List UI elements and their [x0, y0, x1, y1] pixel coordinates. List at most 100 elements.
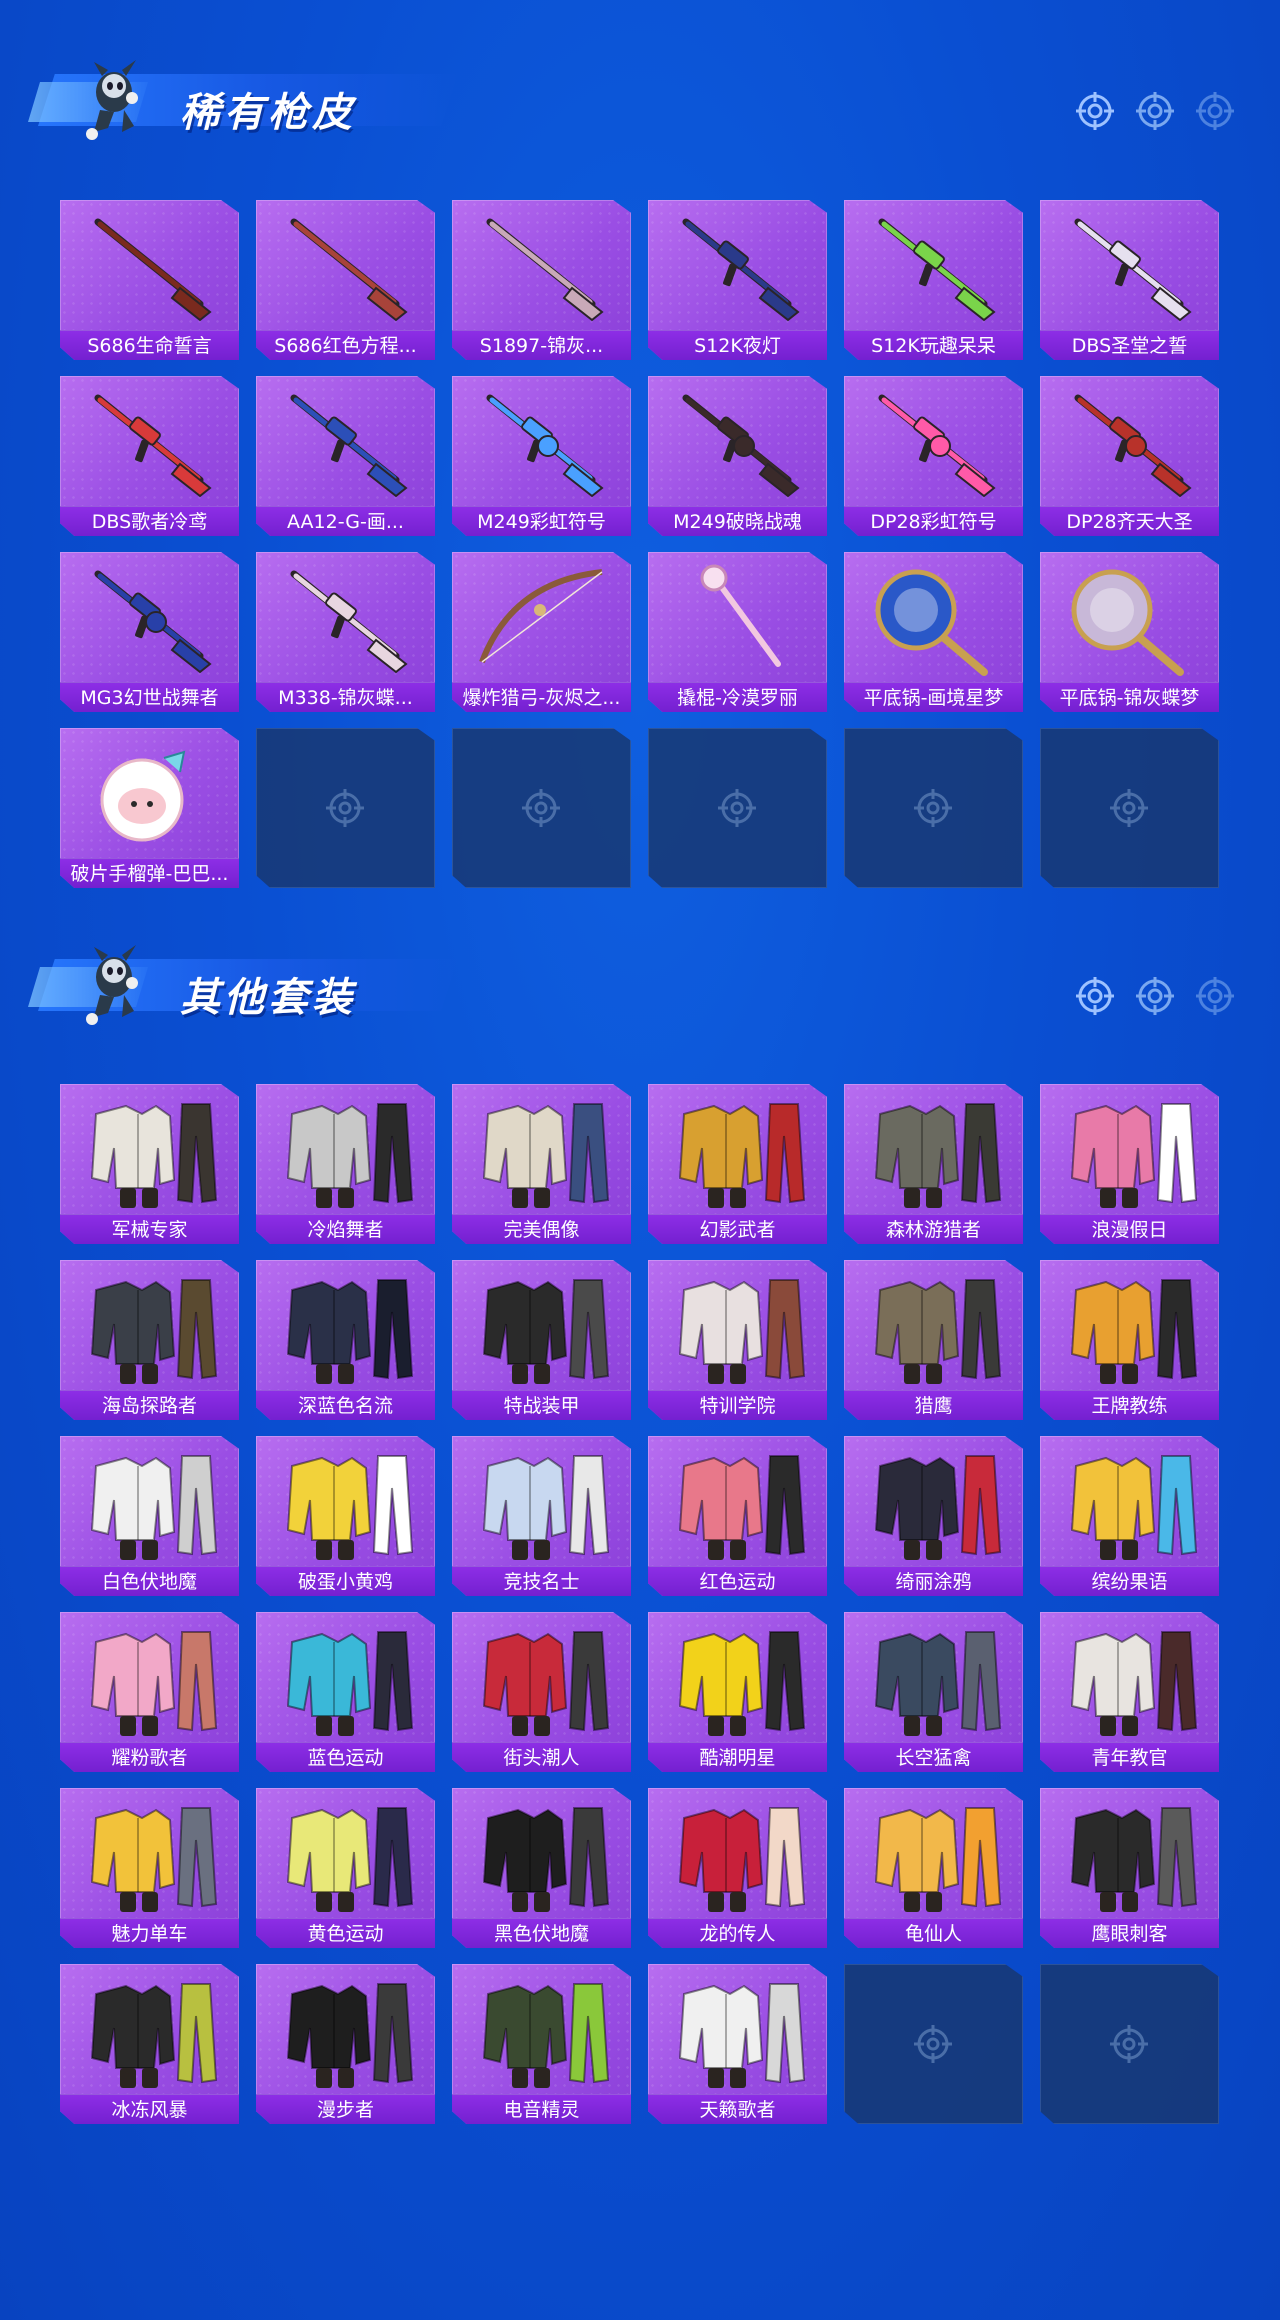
empty-slot	[256, 728, 435, 888]
crosshair-icon	[914, 789, 952, 827]
outfit-card[interactable]: 王牌教练	[1040, 1260, 1219, 1420]
gun-skin-grid: S686生命誓言 S686红色方程... S1897-锦灰... S12K夜灯 S12K…	[60, 200, 1219, 888]
outfit-card[interactable]: 幻影武者	[648, 1084, 827, 1244]
outfit-card[interactable]: 黄色运动	[256, 1788, 435, 1948]
outfit-thumbnail	[286, 1631, 414, 1736]
card-label: M249彩虹符号	[452, 506, 631, 536]
outfit-card[interactable]: 天籁歌者	[648, 1964, 827, 2124]
gun-skin-card[interactable]: DP28彩虹符号	[844, 376, 1023, 536]
crosshair-icon	[1136, 92, 1174, 130]
outfit-card[interactable]: 猎鹰	[844, 1260, 1023, 1420]
outfit-thumbnail	[482, 1631, 610, 1736]
outfit-card[interactable]: 漫步者	[256, 1964, 435, 2124]
card-label: 冰冻风暴	[60, 2094, 239, 2124]
decorative-targets	[1074, 90, 1236, 132]
outfit-thumbnail	[678, 1455, 806, 1560]
outfit-card[interactable]: 白色伏地魔	[60, 1436, 239, 1596]
gun-skin-card[interactable]: MG3幻世战舞者	[60, 552, 239, 712]
gun-skin-card[interactable]: S1897-锦灰...	[452, 200, 631, 360]
weapon-thumbnail	[290, 394, 408, 498]
outfit-thumbnail	[874, 1807, 1002, 1912]
gun-skin-card[interactable]: S686红色方程...	[256, 200, 435, 360]
card-label: 缤纷果语	[1040, 1566, 1219, 1596]
outfit-card[interactable]: 浪漫假日	[1040, 1084, 1219, 1244]
outfit-card[interactable]: 缤纷果语	[1040, 1436, 1219, 1596]
outfit-thumbnail	[678, 1279, 806, 1384]
gun-skin-card[interactable]: DP28齐天大圣	[1040, 376, 1219, 536]
gun-skin-card[interactable]: M249破晓战魂	[648, 376, 827, 536]
outfit-card[interactable]: 龙的传人	[648, 1788, 827, 1948]
card-label: 竞技名士	[452, 1566, 631, 1596]
outfit-thumbnail	[286, 1983, 414, 2088]
section-banner: 稀有枪皮	[28, 52, 458, 142]
outfit-card[interactable]: 特训学院	[648, 1260, 827, 1420]
gun-skin-card[interactable]: DBS歌者冷鸢	[60, 376, 239, 536]
gun-skin-card[interactable]: M249彩虹符号	[452, 376, 631, 536]
outfit-thumbnail	[874, 1279, 1002, 1384]
outfit-card[interactable]: 海岛探路者	[60, 1260, 239, 1420]
outfit-card[interactable]: 绮丽涂鸦	[844, 1436, 1023, 1596]
empty-slot	[844, 1964, 1023, 2124]
outfit-thumbnail	[678, 1807, 806, 1912]
gun-skin-card[interactable]: S686生命誓言	[60, 200, 239, 360]
outfit-card[interactable]: 军械专家	[60, 1084, 239, 1244]
gun-skin-card[interactable]: S12K夜灯	[648, 200, 827, 360]
outfit-card[interactable]: 破蛋小黄鸡	[256, 1436, 435, 1596]
outfit-thumbnail	[482, 1455, 610, 1560]
gun-skin-card[interactable]: DBS圣堂之誓	[1040, 200, 1219, 360]
outfit-card[interactable]: 鹰眼刺客	[1040, 1788, 1219, 1948]
card-label: 龙的传人	[648, 1918, 827, 1948]
outfit-card[interactable]: 红色运动	[648, 1436, 827, 1596]
card-label: 破蛋小黄鸡	[256, 1566, 435, 1596]
weapon-thumbnail	[682, 218, 800, 322]
outfit-card[interactable]: 深蓝色名流	[256, 1260, 435, 1420]
gun-skin-card[interactable]: M338-锦灰蝶...	[256, 552, 435, 712]
empty-slot	[844, 728, 1023, 888]
outfit-card[interactable]: 蓝色运动	[256, 1612, 435, 1772]
gun-skin-card[interactable]: AA12-G-画...	[256, 376, 435, 536]
section-title: 其他套装	[180, 975, 356, 1021]
outfit-card[interactable]: 竞技名士	[452, 1436, 631, 1596]
outfit-thumbnail	[90, 1279, 218, 1384]
outfit-thumbnail	[1070, 1807, 1198, 1912]
outfit-card[interactable]: 黑色伏地魔	[452, 1788, 631, 1948]
outfit-card[interactable]: 魅力单车	[60, 1788, 239, 1948]
outfit-card[interactable]: 街头潮人	[452, 1612, 631, 1772]
weapon-thumbnail	[1071, 569, 1184, 676]
outfit-card[interactable]: 冰冻风暴	[60, 1964, 239, 2124]
card-label: S686红色方程...	[256, 330, 435, 360]
gun-skin-card[interactable]: 撬棍-冷漠罗丽	[648, 552, 827, 712]
weapon-thumbnail	[479, 569, 603, 664]
weapon-thumbnail	[878, 218, 996, 322]
outfit-card[interactable]: 耀粉歌者	[60, 1612, 239, 1772]
weapon-thumbnail	[700, 564, 781, 667]
outfit-card[interactable]: 冷焰舞者	[256, 1084, 435, 1244]
card-label: S12K夜灯	[648, 330, 827, 360]
card-label: 浪漫假日	[1040, 1214, 1219, 1244]
outfit-card[interactable]: 完美偶像	[452, 1084, 631, 1244]
outfit-thumbnail	[1070, 1279, 1198, 1384]
gun-skin-card[interactable]: S12K玩趣呆呆	[844, 200, 1023, 360]
crosshair-icon	[522, 789, 560, 827]
outfit-card[interactable]: 电音精灵	[452, 1964, 631, 2124]
card-label: 龟仙人	[844, 1918, 1023, 1948]
gun-skin-card[interactable]: 破片手榴弹-巴巴...	[60, 728, 239, 888]
outfit-thumbnail	[286, 1807, 414, 1912]
outfit-card[interactable]: 青年教官	[1040, 1612, 1219, 1772]
gun-skin-card[interactable]: 平底锅-锦灰蝶梦	[1040, 552, 1219, 712]
gun-skin-card[interactable]: 爆炸猎弓-灰烬之...	[452, 552, 631, 712]
card-label: AA12-G-画...	[256, 506, 435, 536]
outfit-card[interactable]: 酷潮明星	[648, 1612, 827, 1772]
weapon-thumbnail	[290, 218, 408, 322]
card-label: 电音精灵	[452, 2094, 631, 2124]
card-label: DBS圣堂之誓	[1040, 330, 1219, 360]
outfit-card[interactable]: 特战装甲	[452, 1260, 631, 1420]
mascot-icon	[86, 945, 138, 1025]
outfit-card[interactable]: 森林游猎者	[844, 1084, 1023, 1244]
card-label: 黑色伏地魔	[452, 1918, 631, 1948]
card-label: 平底锅-画境星梦	[844, 682, 1023, 712]
outfit-card[interactable]: 长空猛禽	[844, 1612, 1023, 1772]
outfit-card[interactable]: 龟仙人	[844, 1788, 1023, 1948]
gun-skin-card[interactable]: 平底锅-画境星梦	[844, 552, 1023, 712]
weapon-thumbnail	[486, 218, 604, 322]
